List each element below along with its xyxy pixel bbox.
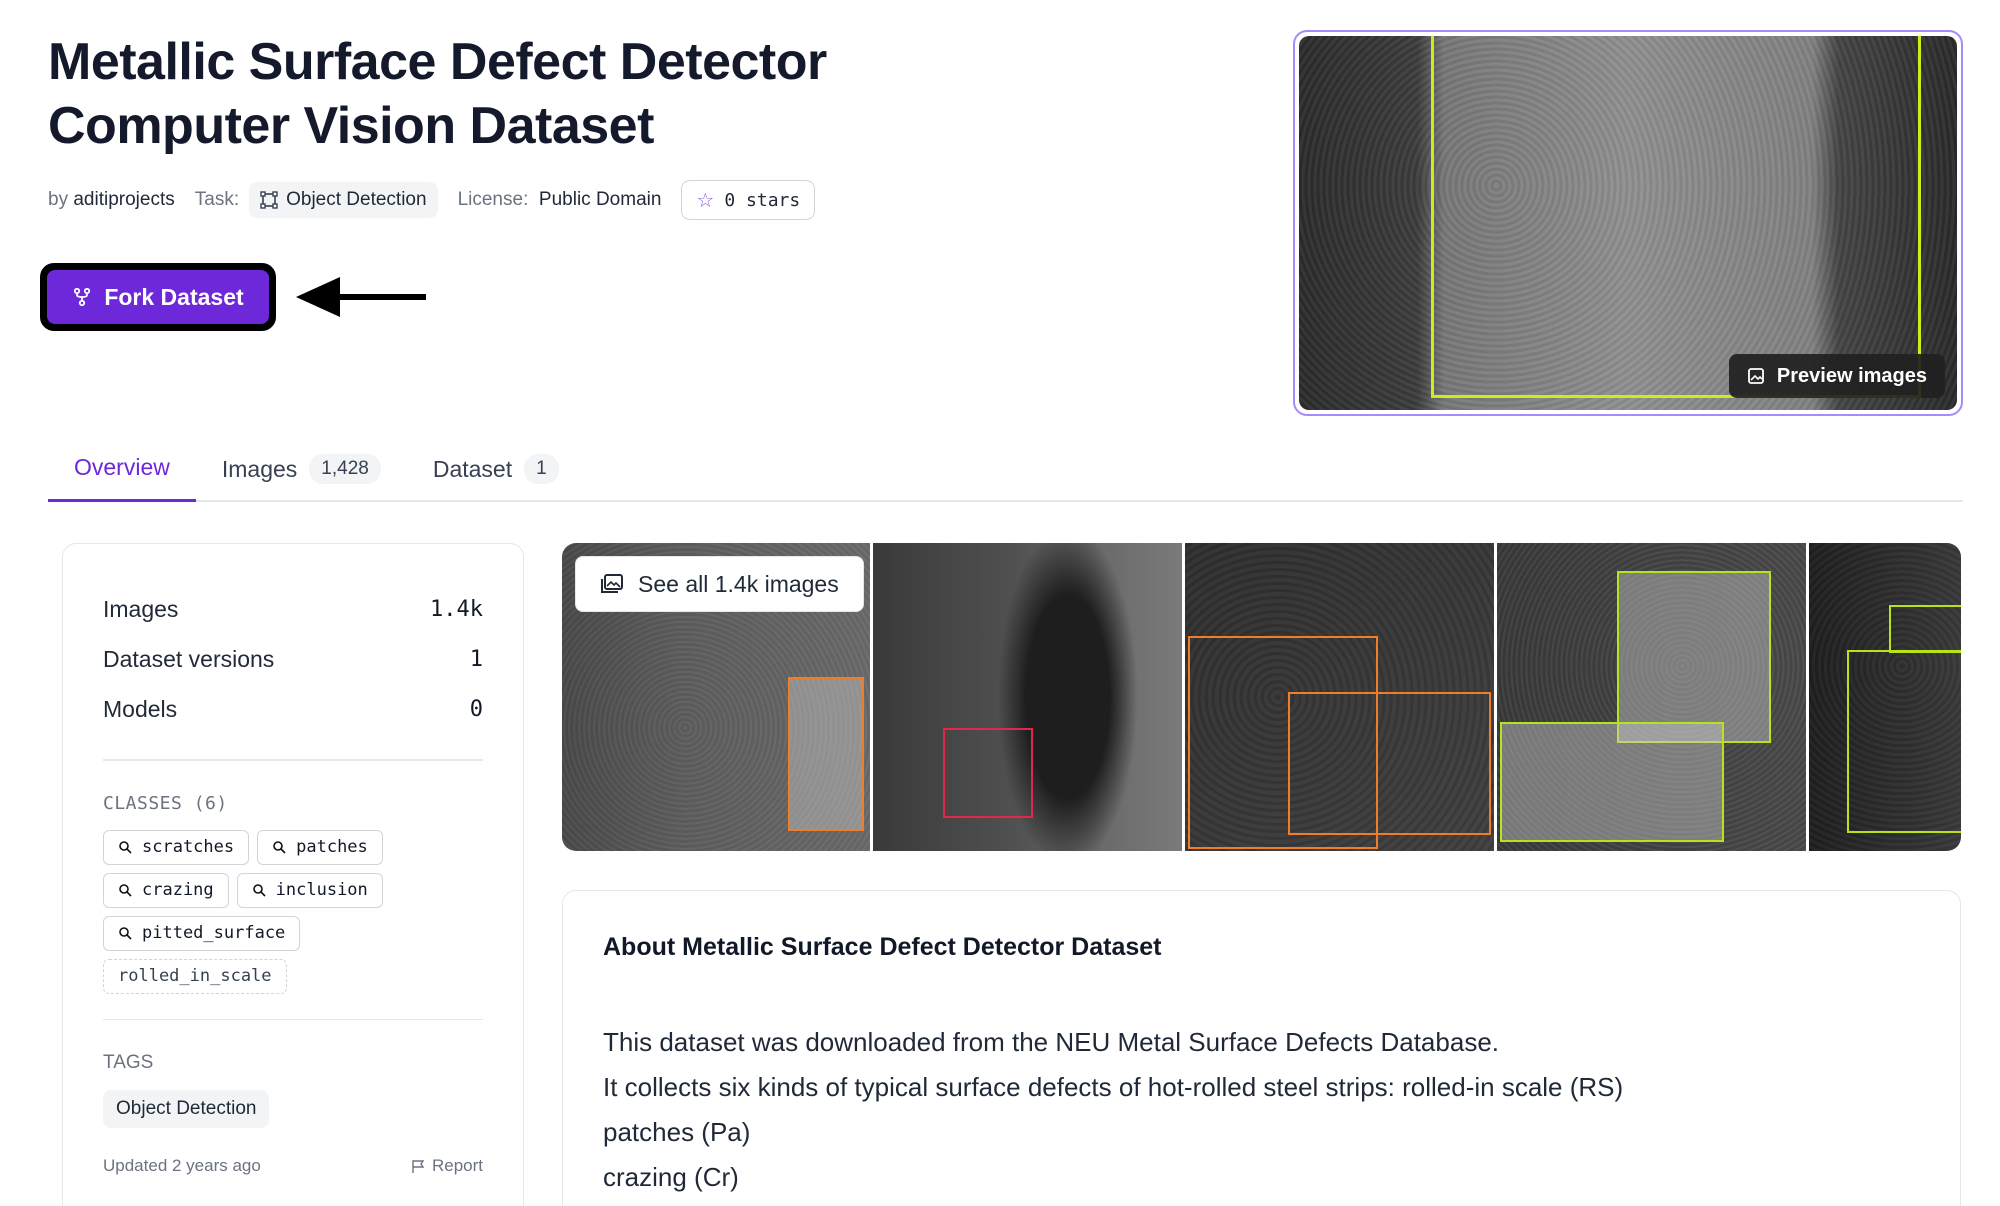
bounding-box-icon bbox=[260, 191, 278, 209]
class-name: rolled_in_scale bbox=[118, 966, 272, 986]
updated-text: Updated 2 years ago bbox=[103, 1156, 261, 1175]
image-icon bbox=[1748, 368, 1764, 384]
tab-count: 1 bbox=[524, 454, 559, 484]
tab-overview[interactable]: Overview bbox=[48, 436, 196, 502]
fork-dataset-button[interactable]: Fork Dataset bbox=[47, 270, 269, 324]
hero-image[interactable]: Preview images bbox=[1293, 30, 1963, 416]
class-chip-rolled-in-scale[interactable]: rolled_in_scale bbox=[103, 958, 287, 994]
page-title: Metallic Surface Defect Detector Compute… bbox=[48, 33, 827, 155]
preview-images-button[interactable]: Preview images bbox=[1728, 354, 1945, 398]
report-button[interactable]: Report bbox=[411, 1156, 483, 1176]
about-line: This dataset was downloaded from the NEU… bbox=[603, 1027, 1499, 1057]
tab-label: Overview bbox=[74, 454, 170, 480]
class-name: inclusion bbox=[275, 880, 368, 900]
search-icon bbox=[119, 841, 132, 854]
stat-value: 1 bbox=[469, 646, 483, 672]
annotation-box bbox=[1288, 692, 1491, 835]
report-label: Report bbox=[431, 1156, 483, 1175]
annotation-box bbox=[1431, 36, 1921, 398]
by-label: by bbox=[48, 189, 69, 210]
arrow-left-icon bbox=[296, 277, 426, 317]
star-button[interactable]: ☆ 0 stars bbox=[681, 180, 816, 220]
fork-icon bbox=[74, 287, 91, 307]
annotation-box bbox=[943, 728, 1033, 818]
dataset-sidebar: Images 1.4k Dataset versions 1 Models 0 … bbox=[62, 543, 524, 1206]
sidebar-footer: Updated 2 years ago Report bbox=[103, 1156, 483, 1176]
class-chip-pitted-surface[interactable]: pitted_surface bbox=[103, 915, 301, 951]
class-chip-inclusion[interactable]: inclusion bbox=[236, 872, 383, 908]
image-gallery: See all 1.4k images bbox=[562, 543, 1961, 851]
divider bbox=[103, 759, 483, 761]
images-icon bbox=[601, 574, 623, 593]
annotation-box bbox=[788, 677, 864, 831]
class-chip-scratches[interactable]: scratches bbox=[103, 829, 250, 865]
about-section: About Metallic Surface Defect Detector D… bbox=[562, 890, 1961, 1206]
license-label: License: bbox=[457, 189, 529, 210]
class-chip-patches[interactable]: patches bbox=[257, 829, 383, 865]
fork-label: Fork Dataset bbox=[104, 283, 244, 310]
hero-image-content: Preview images bbox=[1299, 36, 1957, 410]
tab-dataset[interactable]: Dataset 1 bbox=[407, 436, 585, 502]
annotation-box bbox=[1847, 650, 1961, 833]
task-chip[interactable]: Object Detection bbox=[249, 182, 438, 218]
about-line: patches (Pa) bbox=[603, 1117, 751, 1147]
stat-dataset-versions: Dataset versions 1 bbox=[103, 634, 483, 684]
tab-images[interactable]: Images 1,428 bbox=[196, 436, 407, 502]
stat-value: 1.4k bbox=[430, 596, 483, 622]
stat-models: Models 0 bbox=[103, 684, 483, 734]
license-value: Public Domain bbox=[538, 189, 662, 210]
stat-value: 0 bbox=[469, 696, 483, 722]
tab-bar: Overview Images 1,428 Dataset 1 bbox=[48, 436, 1963, 502]
annotation-box bbox=[1500, 722, 1724, 842]
annotation-box bbox=[1617, 571, 1771, 743]
tags-heading: TAGS bbox=[103, 1052, 154, 1073]
star-count: 0 stars bbox=[724, 189, 801, 211]
tag-chip[interactable]: Object Detection bbox=[103, 1090, 270, 1128]
class-name: patches bbox=[296, 837, 368, 857]
about-line: crazing (Cr) bbox=[603, 1162, 739, 1192]
class-name: scratches bbox=[142, 837, 235, 857]
class-list: scratches patches crazing inclusion pitt… bbox=[103, 829, 403, 994]
see-all-label: See all 1.4k images bbox=[638, 570, 839, 597]
class-chip-crazing[interactable]: crazing bbox=[103, 872, 229, 908]
preview-label: Preview images bbox=[1776, 364, 1927, 387]
search-icon bbox=[119, 927, 132, 940]
class-name: crazing bbox=[142, 880, 214, 900]
search-icon bbox=[273, 841, 286, 854]
stat-label: Models bbox=[103, 695, 178, 722]
stat-images: Images 1.4k bbox=[103, 584, 483, 634]
gallery-thumbnail[interactable] bbox=[873, 543, 1182, 851]
tab-label: Dataset bbox=[432, 455, 513, 482]
search-icon bbox=[252, 884, 266, 897]
dataset-meta: by aditiprojects Task: Object Detection … bbox=[48, 180, 816, 220]
stat-label: Images bbox=[103, 595, 179, 622]
about-line: It collects six kinds of typical surface… bbox=[603, 1072, 1624, 1102]
stat-label: Dataset versions bbox=[103, 645, 275, 672]
annotation-box bbox=[1889, 605, 1961, 653]
flag-icon bbox=[412, 1159, 425, 1173]
gallery-thumbnail[interactable] bbox=[1809, 543, 1961, 851]
task-label: Task: bbox=[194, 189, 240, 210]
see-all-images-button[interactable]: See all 1.4k images bbox=[575, 556, 864, 612]
gallery-thumbnail[interactable] bbox=[1185, 543, 1494, 851]
gallery-thumbnail[interactable] bbox=[1497, 543, 1806, 851]
classes-heading: CLASSES (6) bbox=[103, 792, 228, 814]
star-icon: ☆ bbox=[696, 188, 715, 212]
about-heading: About Metallic Surface Defect Detector D… bbox=[603, 933, 1162, 961]
class-name: pitted_surface bbox=[142, 923, 286, 943]
author-link[interactable]: aditiprojects bbox=[73, 189, 174, 211]
search-icon bbox=[119, 884, 132, 897]
tab-label: Images bbox=[221, 455, 298, 482]
tab-count: 1,428 bbox=[309, 454, 381, 484]
divider bbox=[103, 1018, 483, 1020]
task-value: Object Detection bbox=[286, 189, 427, 210]
